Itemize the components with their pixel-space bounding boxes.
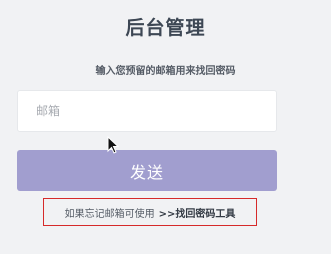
password-recovery-page: 后台管理 输入您预留的邮箱用来找回密码 发送 如果忘记邮箱可使用 >>找回密码工… (0, 0, 331, 254)
send-button[interactable]: 发送 (17, 150, 277, 191)
recovery-hint-box: 如果忘记邮箱可使用 >>找回密码工具 (43, 198, 257, 226)
recovery-hint-text: 如果忘记邮箱可使用 (64, 208, 155, 220)
page-title: 后台管理 (125, 17, 206, 39)
mouse-pointer-icon (107, 136, 119, 154)
recovery-tool-link[interactable]: >>找回密码工具 (159, 205, 236, 220)
page-subtitle: 输入您预留的邮箱用来找回密码 (95, 66, 236, 77)
email-input[interactable] (17, 90, 277, 132)
